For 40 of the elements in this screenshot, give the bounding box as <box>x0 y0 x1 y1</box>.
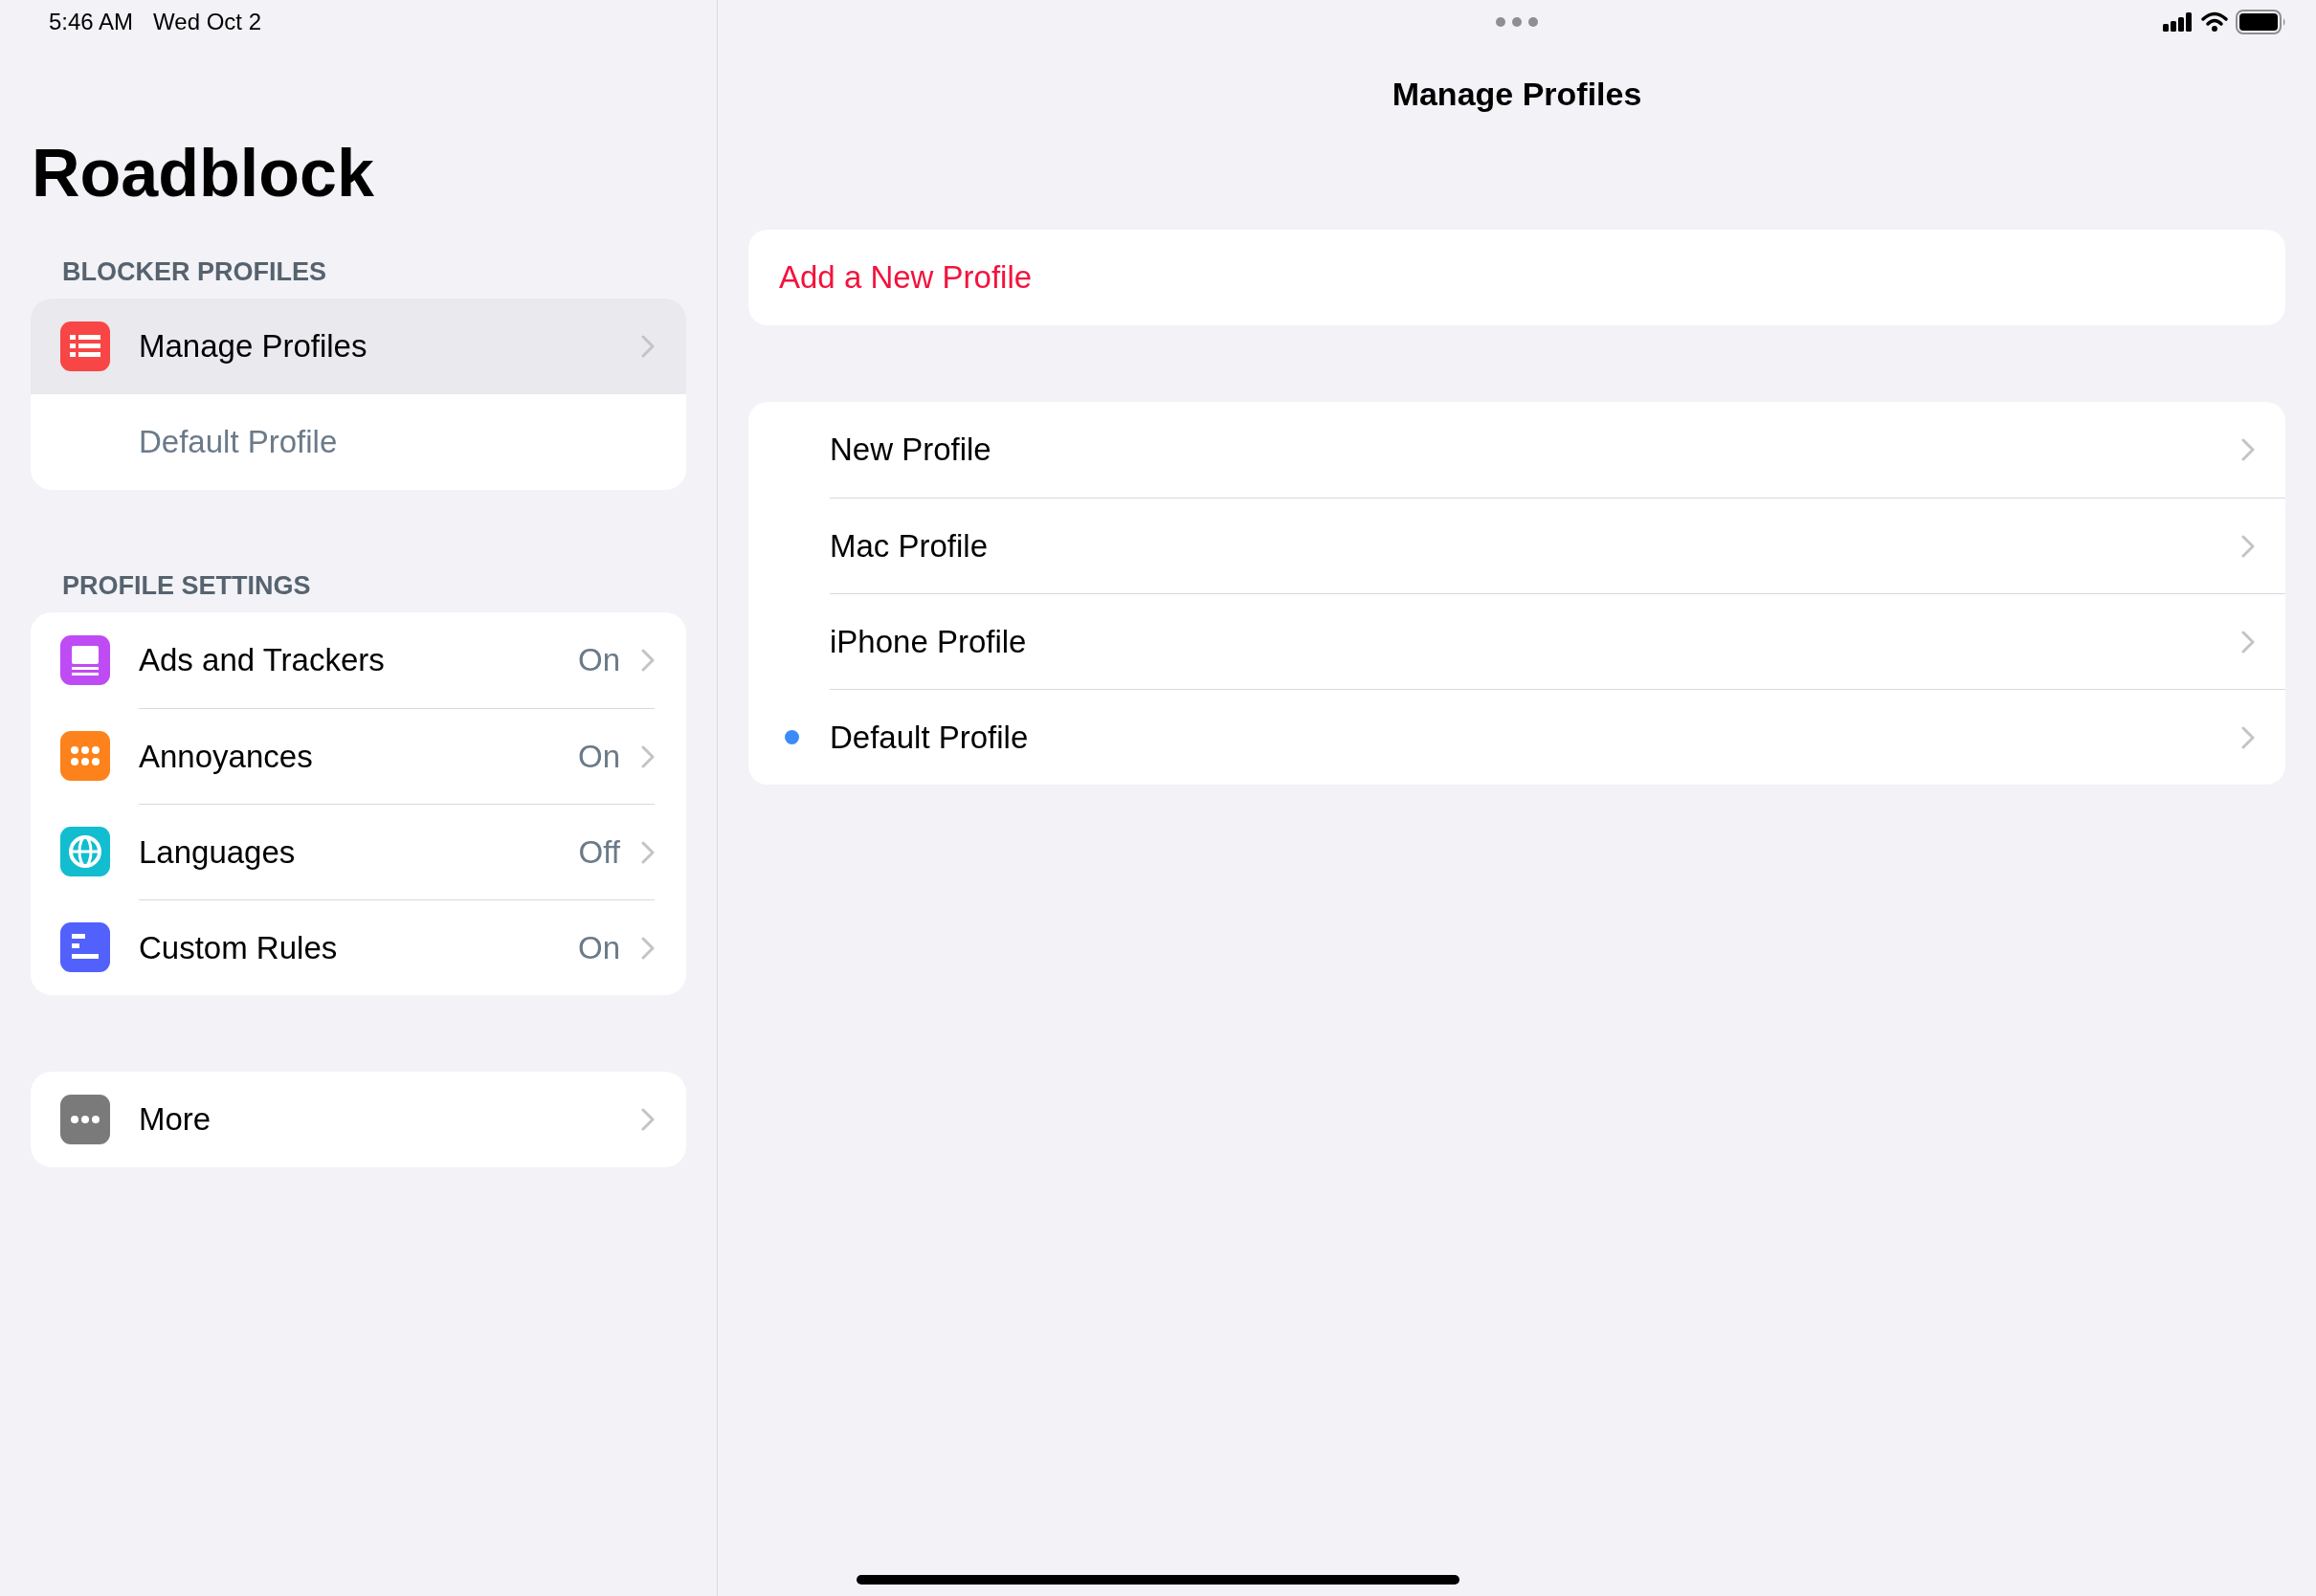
chevron-icon <box>641 936 655 960</box>
chevron-icon <box>2241 534 2255 558</box>
status-value: On <box>577 737 620 776</box>
item-label: Ads and Trackers <box>139 641 386 680</box>
sidebar-item[interactable]: Manage Profiles <box>31 299 686 394</box>
profile-row[interactable]: New Profile <box>748 402 2285 498</box>
chevron-icon <box>2241 630 2255 654</box>
battery-icon <box>2236 10 2287 34</box>
chevron-icon <box>641 744 655 768</box>
chevron-icon <box>641 649 655 672</box>
chevron-icon <box>641 1108 655 1131</box>
chevron-icon <box>641 840 655 864</box>
item-label: Languages <box>139 832 297 872</box>
profile-row[interactable]: Mac Profile <box>748 498 2285 593</box>
status-value: On <box>577 928 620 967</box>
status-date: Wed Oct 2 <box>153 8 261 36</box>
add-profile-button[interactable]: Add a New Profile <box>748 230 2285 325</box>
chevron-icon <box>641 335 655 358</box>
page-title: Manage Profiles <box>1392 74 1642 114</box>
status-value: On <box>577 641 620 680</box>
chevron-icon <box>2241 725 2255 749</box>
status-time: 5:46 AM <box>49 8 134 36</box>
sidebar-title: Roadblock <box>32 136 374 211</box>
status-value: Off <box>578 832 620 872</box>
multitask-dots-icon[interactable] <box>1495 16 1539 28</box>
profile-row[interactable]: Default Profile <box>748 689 2285 785</box>
signal-icon <box>2163 12 2194 32</box>
item-label: More <box>139 1100 212 1140</box>
item-label: Custom Rules <box>139 928 339 967</box>
section-header: BLOCKER PROFILES <box>62 255 326 288</box>
item-label: Manage Profiles <box>139 327 368 366</box>
profile-name: iPhone Profile <box>830 622 1028 661</box>
chevron-icon <box>2241 438 2255 461</box>
profile-row[interactable]: iPhone Profile <box>748 593 2285 689</box>
profile-name: Default Profile <box>830 718 1030 757</box>
section-header: PROFILE SETTINGS <box>62 569 311 602</box>
wifi-icon <box>2201 11 2228 33</box>
profile-name: New Profile <box>830 431 992 470</box>
item-label: Annoyances <box>139 737 314 776</box>
profile-name: Mac Profile <box>830 526 990 565</box>
